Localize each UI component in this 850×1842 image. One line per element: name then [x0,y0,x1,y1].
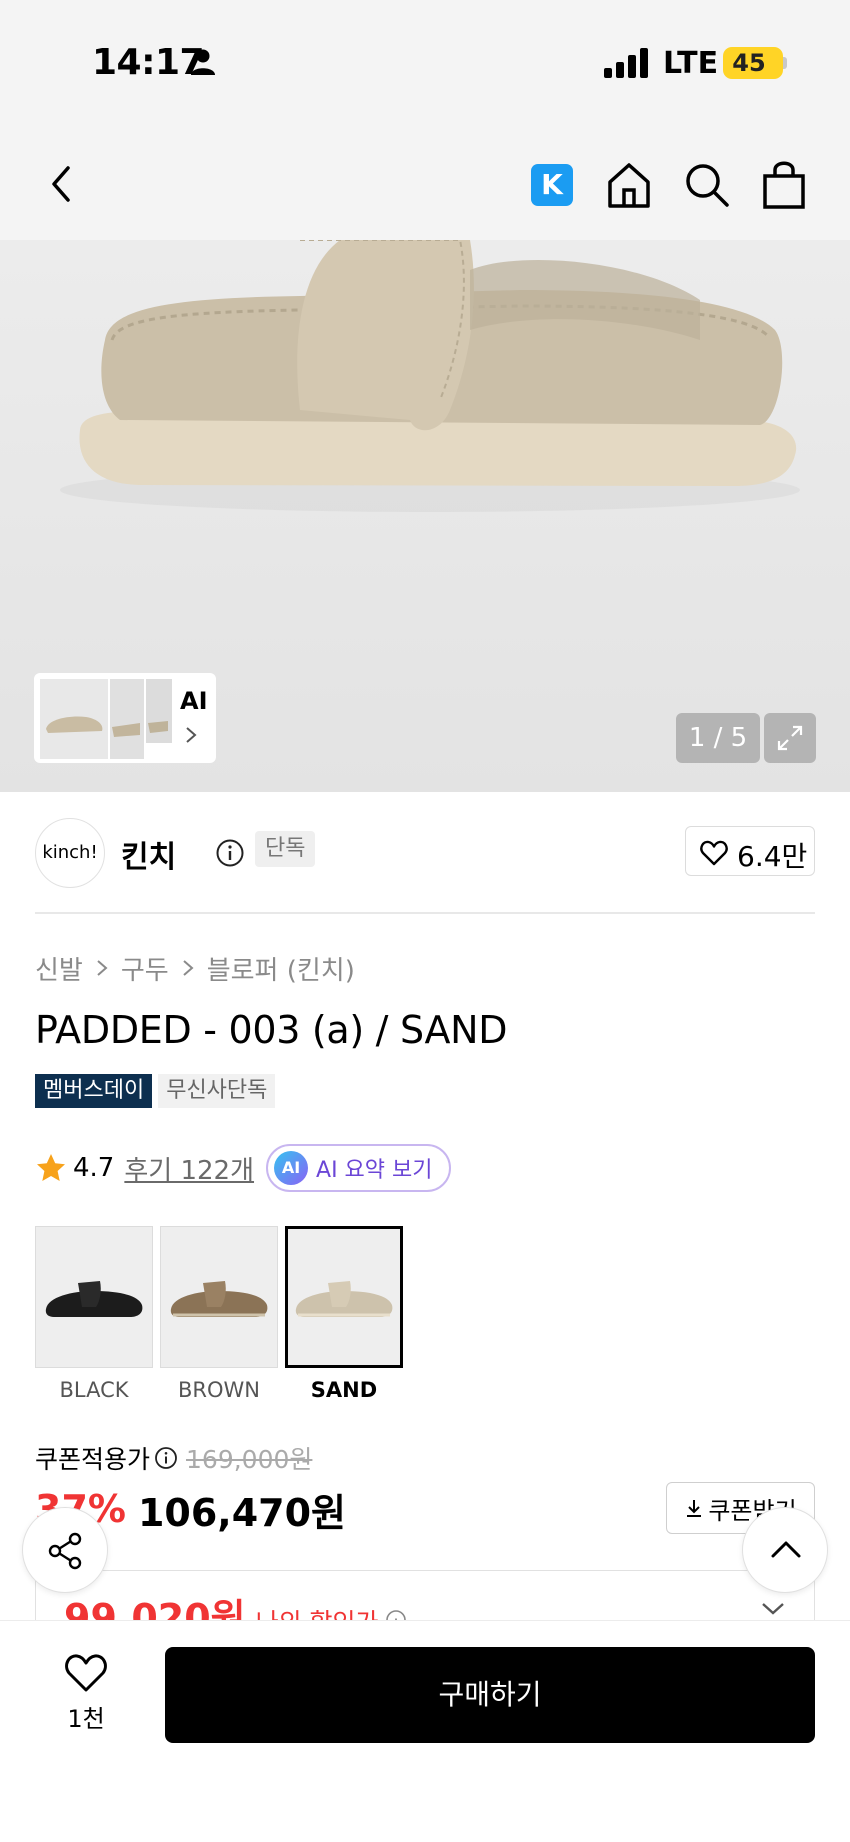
network-label: LTE [663,46,719,81]
brand-name[interactable]: 킨치 [121,832,176,876]
wishlist-button[interactable]: 1천 [58,1653,114,1734]
star-icon [37,1154,65,1181]
signal-icon [604,48,648,78]
ai-icon: AI [274,1151,309,1185]
chevron-right-icon [186,727,197,743]
expand-button[interactable] [764,713,816,763]
black-shoe-image [45,1281,143,1317]
image-page-counter: 1 / 5 [676,713,760,763]
color-option-black[interactable]: BLACK [35,1226,153,1402]
share-icon [48,1532,82,1570]
color-option-brown[interactable]: BROWN [160,1226,278,1402]
price-label-row: 쿠폰적용가 169,000원 [35,1440,312,1476]
chevron-up-icon [771,1541,801,1558]
color-label: BLACK [59,1378,129,1402]
ai-label: AI [180,687,208,715]
color-swatch-image [160,1226,278,1368]
search-icon[interactable] [683,160,731,210]
breadcrumb: 신발 구두 블로퍼 (킨치) [35,950,355,986]
battery-icon: 45 [723,47,783,79]
bottom-purchase-bar: 1천 구매하기 [0,1620,850,1842]
color-swatch-image [35,1226,153,1368]
members-day-badge: 멤버스데이 [35,1074,153,1108]
heart-icon [65,1654,107,1692]
review-count-link[interactable]: 후기 122개 [124,1150,254,1187]
breadcrumb-item-dress-shoes[interactable]: 구두 [121,950,169,987]
scroll-top-button[interactable] [742,1507,828,1593]
original-price: 169,000원 [186,1445,313,1474]
brown-shoe-image [170,1281,268,1317]
chevron-right-icon [97,960,108,976]
brand-like-count: 6.4만 [737,840,808,873]
expand-icon [777,725,803,751]
exclusive-tag: 단독 [255,831,316,867]
shopping-bag-icon[interactable] [760,158,808,210]
coupon-price-label: 쿠폰적용가 [35,1445,151,1474]
download-icon [687,1500,702,1517]
divider [35,912,815,914]
color-options: BLACK BROWN SAND [35,1226,403,1402]
heart-icon [700,840,728,866]
info-icon[interactable] [215,838,245,868]
color-label: SAND [310,1378,378,1402]
chevron-down-icon [762,1603,784,1615]
info-icon[interactable] [154,1446,178,1470]
breadcrumb-item-bloafer[interactable]: 블로퍼 (킨치) [207,950,355,987]
sand-shoe-image [295,1281,393,1317]
rating-row: 4.7 후기 122개 AI AI 요약 보기 [35,1144,451,1192]
brand-logo[interactable]: kinch! [35,818,105,888]
product-badges: 멤버스데이 무신사단독 [35,1074,276,1108]
brand-like-button[interactable]: 6.4만 [685,826,815,876]
product-image-gallery[interactable]: AI 1 / 5 [0,240,850,792]
battery-nub [783,57,787,69]
color-label: BROWN [177,1378,260,1402]
thumbnail-image [40,679,172,759]
color-swatch-image [285,1226,403,1368]
ai-summary-button[interactable]: AI AI 요약 보기 [266,1144,451,1192]
color-option-sand[interactable]: SAND [285,1226,403,1402]
k-app-icon[interactable]: K [531,164,573,206]
sale-price: 106,470원 [137,1490,347,1535]
product-title: PADDED - 003 (a) / SAND [35,1008,508,1052]
musinsa-exclusive-badge: 무신사단독 [158,1074,276,1108]
rating-score: 4.7 [73,1153,115,1183]
ai-summary-label: AI 요약 보기 [316,1158,433,1183]
person-icon [191,49,215,75]
battery-level: 45 [732,49,766,77]
share-button[interactable] [22,1507,108,1593]
chevron-right-icon [183,960,194,976]
brand-row: kinch! 킨치 단독 6.4만 [35,818,815,890]
nav-bar: K [0,130,850,240]
wishlist-count: 1천 [67,1705,105,1733]
status-time: 14:17 [92,42,205,83]
buy-button[interactable]: 구매하기 [165,1647,815,1743]
back-icon[interactable] [42,160,82,208]
status-bar: 14:17 LTE 45 [0,0,850,130]
ai-thumbnail-strip[interactable]: AI [34,673,216,763]
breadcrumb-item-shoes[interactable]: 신발 [35,950,83,987]
home-icon[interactable] [605,160,653,210]
